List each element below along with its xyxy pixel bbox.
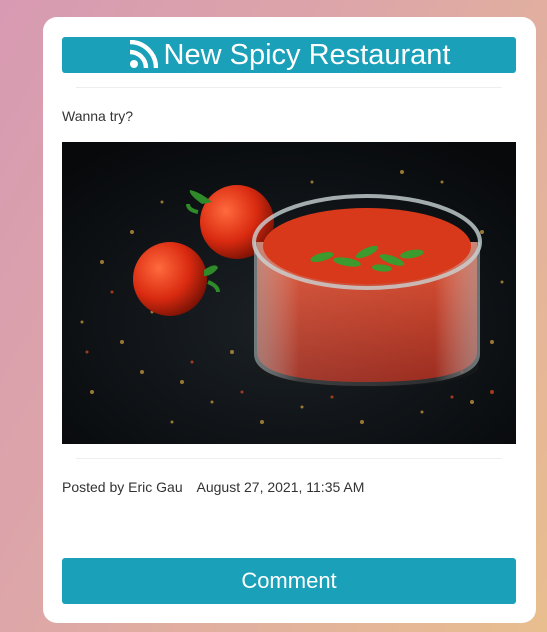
post-body: Wanna try? (62, 108, 134, 124)
comment-button[interactable]: Comment (62, 558, 516, 604)
divider (76, 87, 502, 88)
post-timestamp: August 27, 2021, 11:35 AM (196, 479, 365, 495)
post-title-bar: New Spicy Restaurant (62, 37, 516, 73)
post-title: New Spicy Restaurant (163, 39, 451, 71)
rss-icon (128, 39, 158, 70)
post-card: New Spicy Restaurant Wanna try? Posted b… (43, 17, 536, 623)
divider (76, 458, 502, 459)
post-meta: Posted by Eric Gau August 27, 2021, 11:3… (62, 479, 364, 495)
post-image (62, 142, 516, 444)
post-author: Posted by Eric Gau (62, 479, 183, 495)
